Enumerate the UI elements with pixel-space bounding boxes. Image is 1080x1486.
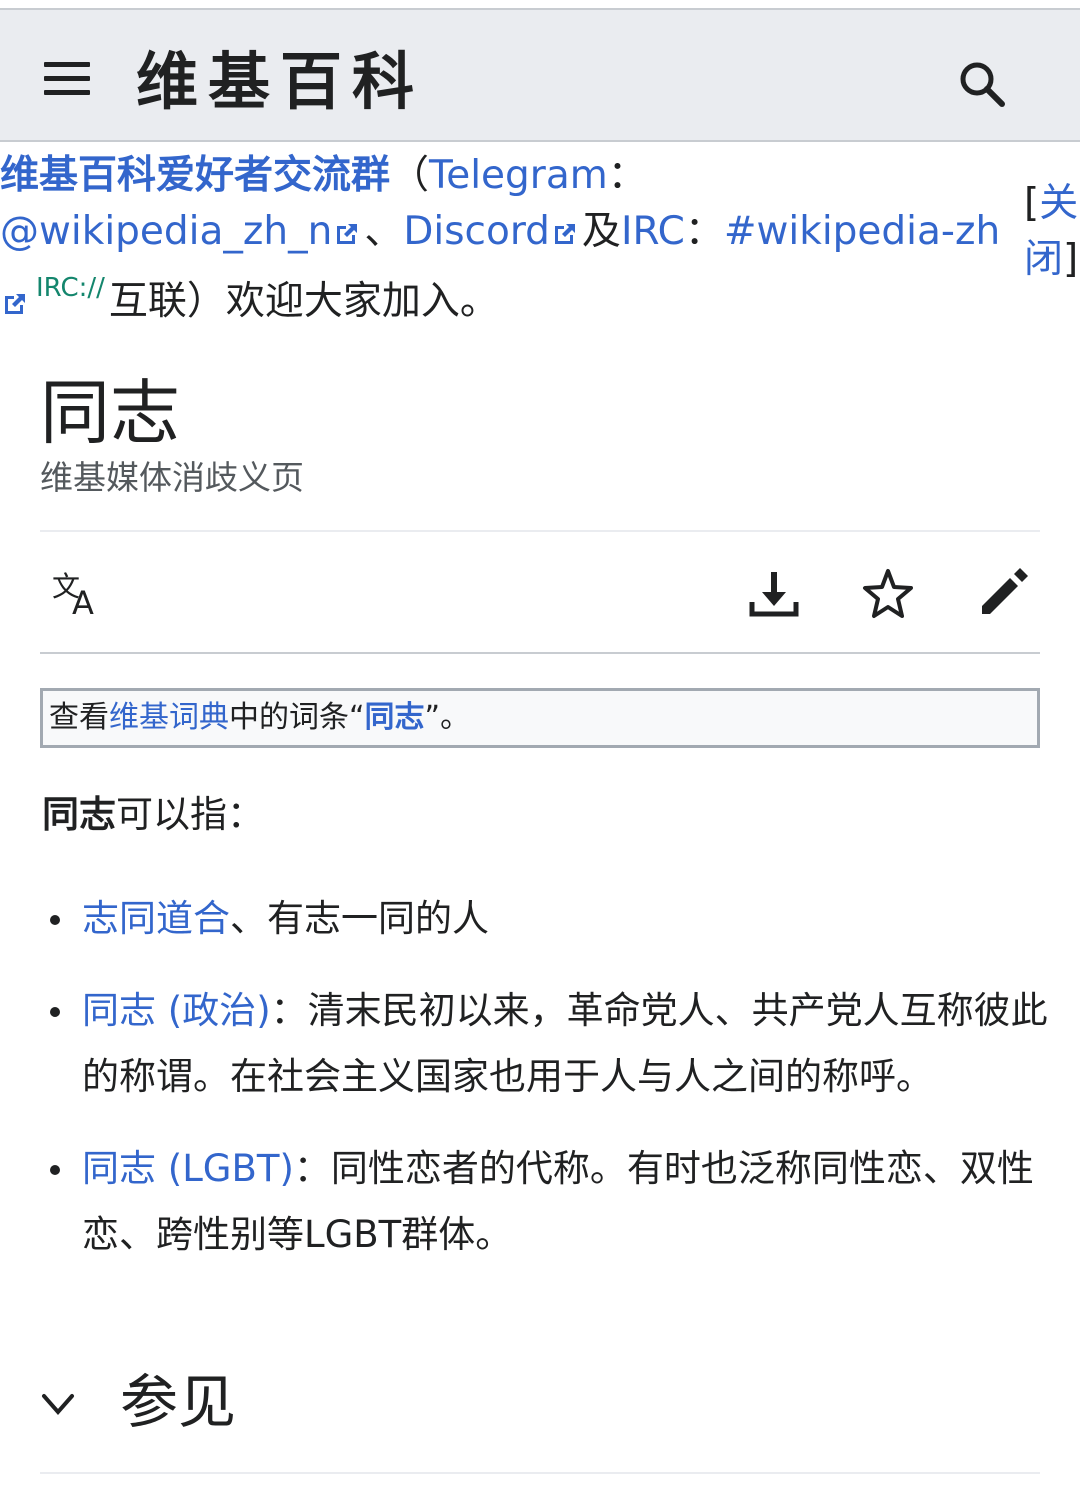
star-icon[interactable] [860,566,916,622]
item-link[interactable]: 同志 (LGBT) [82,1147,294,1190]
notice-text: 互联）欢迎大家加入。 [108,279,499,324]
notice-text: ： [607,153,647,198]
search-icon[interactable] [956,58,1008,110]
download-icon[interactable] [746,566,802,622]
external-link-icon [554,223,575,244]
language-icon[interactable]: 文 A [48,568,104,624]
section-see-also[interactable]: 参见 [40,1362,1040,1442]
divider [40,530,1040,532]
dictbox-text: 查看 [49,700,109,735]
external-link-icon [5,293,25,314]
notice-text: 、 [364,209,404,254]
notice-text: 及 [581,209,621,254]
irc-protocol-label: IRC:// [36,273,105,303]
page-title: 同志 [40,372,180,454]
item-link[interactable]: 同志 (政治) [82,989,271,1032]
close-notice: [关闭] [1024,176,1080,288]
list-item: 同志 (政治)：清末民初以来，革命党人、共产党人互称彼此的称谓。在社会主义国家也… [40,978,1050,1110]
intro-text: 可以指： [116,793,264,836]
wikipedia-wordmark[interactable]: 维基百科 [136,42,424,122]
site-notice: 维基百科爱好者交流群（Telegram： @wikipedia_zh_n 、Dis… [0,148,1010,330]
bullet [50,1165,60,1175]
item-link[interactable]: 志同道合 [82,897,230,940]
community-group-link[interactable]: 维基百科爱好者交流群 [0,153,390,198]
bracket-close: ] [1063,237,1079,282]
dictbox-text: 中的词条“ [229,700,365,735]
bullet [50,915,60,925]
disambiguation-list: 志同道合、有志一同的人 同志 (政治)：清末民初以来，革命党人、共产党人互称彼此… [40,886,1050,1294]
intro-bold-term: 同志 [42,793,116,836]
wiktionary-term-link[interactable]: 同志 [365,700,425,735]
hamburger-menu-icon[interactable] [44,60,92,96]
irc-channel-link[interactable]: #wikipedia-zh [724,209,1000,254]
telegram-handle-link[interactable]: @wikipedia_zh_n [0,209,332,254]
divider [40,1472,1040,1474]
page-subtitle: 维基媒体消歧义页 [40,458,304,497]
svg-text:A: A [72,584,94,622]
wiktionary-box: 查看维基词典中的词条“同志”。 [40,688,1040,748]
list-item: 志同道合、有志一同的人 [40,886,1050,952]
wiktionary-link[interactable]: 维基词典 [109,700,229,735]
item-text: 、有志一同的人 [230,897,489,940]
notice-text: （ [390,153,430,198]
top-strip [0,0,1080,8]
dictbox-text: ”。 [424,700,471,735]
discord-link[interactable]: Discord [403,209,550,254]
telegram-link[interactable]: Telegram [429,153,608,198]
pencil-edit-icon[interactable] [974,566,1030,622]
intro-paragraph: 同志可以指： [42,788,264,842]
irc-link[interactable]: IRC [621,209,685,254]
chevron-down-icon [42,1394,74,1416]
site-header: 维基百科 [0,8,1080,142]
bullet [50,1007,60,1017]
bracket-open: [ [1024,181,1040,226]
divider [40,652,1040,654]
list-item: 同志 (LGBT)：同性恋者的代称。有时也泛称同性恋、双性恋、跨性别等LGBT群… [40,1136,1050,1268]
external-link-icon [337,223,358,244]
section-heading: 参见 [120,1368,237,1436]
notice-text: ： [684,209,724,254]
